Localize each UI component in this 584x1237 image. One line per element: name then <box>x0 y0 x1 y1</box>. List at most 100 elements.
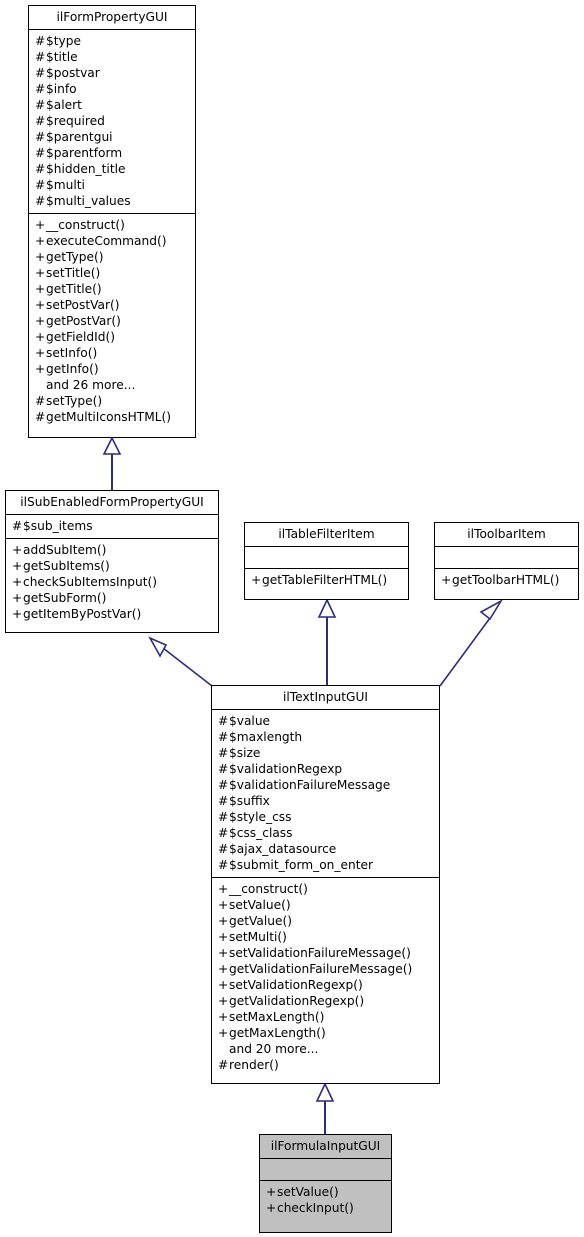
visibility-marker: # <box>218 842 229 856</box>
class-attributes-ilformulainputgui <box>260 1158 391 1180</box>
member-label: render() <box>229 1058 279 1072</box>
member-label: $validationFailureMessage <box>229 778 391 792</box>
member-row: +__construct() <box>35 217 189 233</box>
member-row: +getItemByPostVar() <box>12 606 212 622</box>
edge-textinput-to-tablefilter <box>317 598 337 685</box>
class-methods-ilsubenabledformpropertygui: +addSubItem() +getSubItems() +checkSubIt… <box>6 538 218 626</box>
member-label: __construct() <box>46 218 125 232</box>
visibility-marker: + <box>12 575 23 589</box>
visibility-marker: # <box>35 130 46 144</box>
visibility-marker: + <box>218 882 229 896</box>
member-label: setValidationRegexp() <box>229 978 363 992</box>
member-row: +setValidationRegexp() <box>218 977 433 993</box>
member-row-more: and 20 more... <box>218 1041 433 1057</box>
class-node-ilformpropertygui[interactable]: ilFormPropertyGUI #$type #$title #$postv… <box>28 5 196 438</box>
visibility-marker: # <box>35 146 46 160</box>
member-row: #render() <box>218 1057 433 1073</box>
member-row: +setInfo() <box>35 345 189 361</box>
class-attributes-iltextinputgui: #$value #$maxlength #$size #$validationR… <box>212 709 439 877</box>
visibility-marker: + <box>218 994 229 1008</box>
class-title-iltoolbaritem: ilToolbarItem <box>467 527 546 541</box>
member-row: #$value <box>218 713 433 729</box>
member-label: checkInput() <box>277 1201 354 1215</box>
visibility-marker: # <box>218 714 229 728</box>
member-row: #$validationFailureMessage <box>218 777 433 793</box>
member-row: #$submit_form_on_enter <box>218 857 433 873</box>
member-row: +getValidationFailureMessage() <box>218 961 433 977</box>
member-row: #setType() <box>35 393 189 409</box>
member-row: +getPostVar() <box>35 313 189 329</box>
member-label: checkSubItemsInput() <box>23 575 158 589</box>
member-row: +getInfo() <box>35 361 189 377</box>
visibility-marker: # <box>218 826 229 840</box>
class-node-ilformulainputgui[interactable]: ilFormulaInputGUI +setValue() +checkInpu… <box>259 1134 392 1233</box>
visibility-marker: # <box>35 194 46 208</box>
member-row: #$ajax_datasource <box>218 841 433 857</box>
member-row-more: and 26 more... <box>35 377 189 393</box>
member-row: #$size <box>218 745 433 761</box>
class-node-iltablefilteritem[interactable]: ilTableFilterItem +getTableFilterHTML() <box>244 522 409 600</box>
class-attributes-ilsubenabledformpropertygui: #$sub_items <box>6 514 218 538</box>
class-methods-iltoolbaritem: +getToolbarHTML() <box>435 568 578 592</box>
class-title-iltablefilteritem: ilTableFilterItem <box>278 527 375 541</box>
member-row: +getToolbarHTML() <box>441 572 572 588</box>
member-label: executeCommand() <box>46 234 167 248</box>
member-label: $sub_items <box>23 519 93 533</box>
visibility-marker: + <box>35 314 46 328</box>
visibility-marker: + <box>266 1201 277 1215</box>
member-label: $value <box>229 714 271 728</box>
visibility-marker: # <box>35 82 46 96</box>
visibility-marker: # <box>218 794 229 808</box>
member-label: addSubItem() <box>23 543 107 557</box>
member-label: $style_css <box>229 810 292 824</box>
member-row: +checkSubItemsInput() <box>12 574 212 590</box>
member-label: getMultiIconsHTML() <box>46 410 172 424</box>
visibility-marker: + <box>12 559 23 573</box>
member-label: getType() <box>46 250 104 264</box>
member-row: #$alert <box>35 97 189 113</box>
member-label: and 26 more... <box>46 378 136 392</box>
member-row: #$required <box>35 113 189 129</box>
member-row: +getFieldId() <box>35 329 189 345</box>
member-row: #$type <box>35 33 189 49</box>
member-row: +__construct() <box>218 881 433 897</box>
member-label: $suffix <box>229 794 270 808</box>
member-label: $postvar <box>46 66 100 80</box>
member-row: #$postvar <box>35 65 189 81</box>
member-label: setValue() <box>277 1185 339 1199</box>
member-label: setPostVar() <box>46 298 120 312</box>
member-label: $parentform <box>46 146 123 160</box>
visibility-marker: + <box>218 978 229 992</box>
member-row: #$style_css <box>218 809 433 825</box>
visibility-marker: + <box>218 898 229 912</box>
member-label: getPostVar() <box>46 314 121 328</box>
member-label: $title <box>46 50 78 64</box>
member-row: +getTitle() <box>35 281 189 297</box>
member-row: +setValue() <box>218 897 433 913</box>
member-row: +getValidationRegexp() <box>218 993 433 1009</box>
member-label: $css_class <box>229 826 293 840</box>
visibility-marker: # <box>218 778 229 792</box>
member-row: +setMulti() <box>218 929 433 945</box>
member-row: #$parentgui <box>35 129 189 145</box>
visibility-marker: + <box>12 543 23 557</box>
member-label: setMulti() <box>229 930 287 944</box>
member-label: $alert <box>46 98 82 112</box>
class-title-ilformpropertygui: ilFormPropertyGUI <box>56 10 168 24</box>
member-label: getItemByPostVar() <box>23 607 142 621</box>
visibility-marker: # <box>218 730 229 744</box>
class-node-ilsubenabledformpropertygui[interactable]: ilSubEnabledFormPropertyGUI #$sub_items … <box>5 490 219 633</box>
visibility-marker: # <box>35 98 46 112</box>
member-row: +getSubItems() <box>12 558 212 574</box>
member-label: and 20 more... <box>229 1042 319 1056</box>
member-label: getToolbarHTML() <box>452 573 560 587</box>
class-node-iltextinputgui[interactable]: ilTextInputGUI #$value #$maxlength #$siz… <box>211 685 440 1084</box>
member-label: getMaxLength() <box>229 1026 326 1040</box>
visibility-marker: # <box>35 178 46 192</box>
visibility-marker: # <box>35 410 46 424</box>
class-node-iltoolbaritem[interactable]: ilToolbarItem +getToolbarHTML() <box>434 522 579 600</box>
member-row: #$suffix <box>218 793 433 809</box>
visibility-marker: + <box>35 250 46 264</box>
visibility-marker: + <box>35 330 46 344</box>
visibility-marker: + <box>12 591 23 605</box>
